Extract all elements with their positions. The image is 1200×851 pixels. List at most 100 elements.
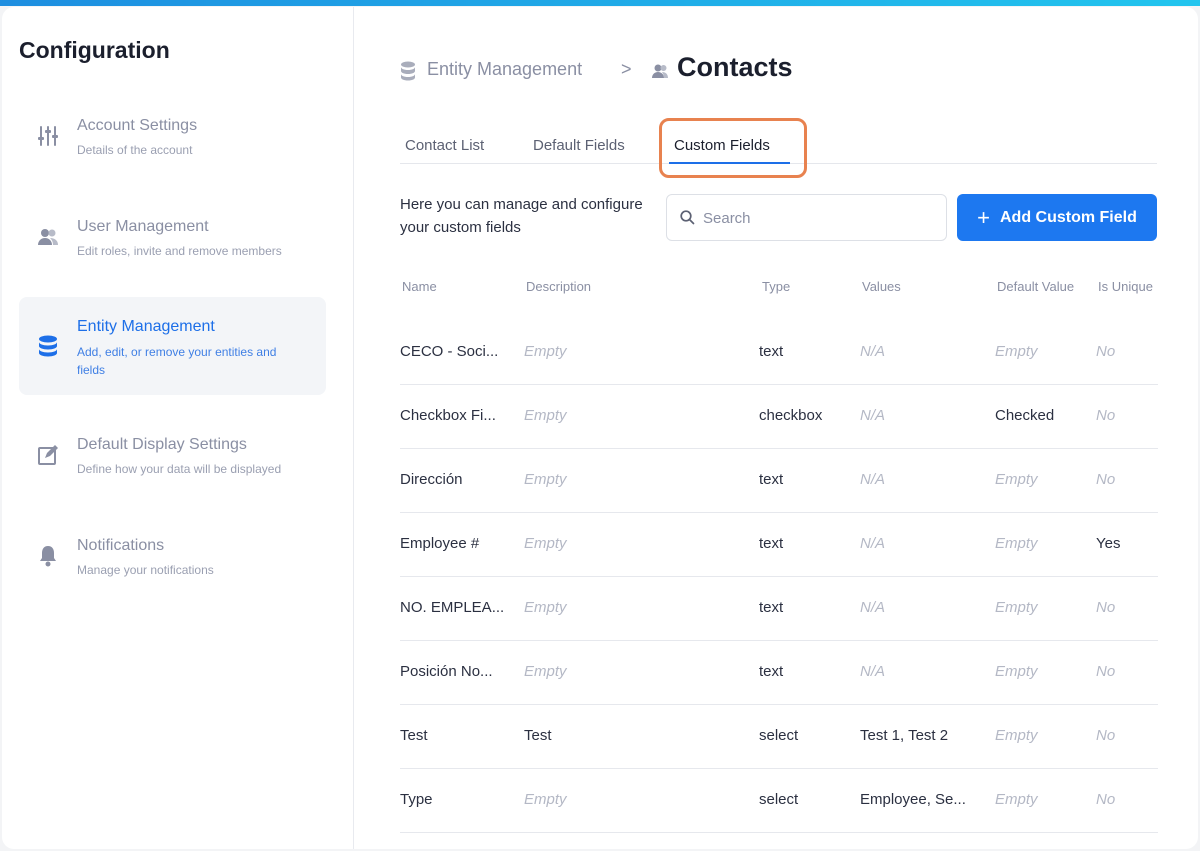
cell-description: Test bbox=[524, 727, 552, 744]
sidebar-item-desc: Manage your notifications bbox=[77, 563, 214, 577]
cell-description: Empty bbox=[524, 663, 567, 680]
breadcrumb-root-link[interactable]: Entity Management bbox=[427, 59, 582, 80]
cell-default-value: Empty bbox=[995, 599, 1038, 616]
cell-default-value: Empty bbox=[995, 535, 1038, 552]
active-tab-indicator bbox=[669, 162, 790, 164]
cell-values: N/A bbox=[860, 407, 886, 424]
cell-is-unique: Yes bbox=[1096, 535, 1121, 552]
cell-type: select bbox=[759, 727, 799, 744]
cell-description: Empty bbox=[524, 791, 567, 808]
main-content: Entity Management > Contacts Contact Lis… bbox=[355, 7, 1198, 849]
cell-default-value: Empty bbox=[995, 343, 1038, 360]
search-icon bbox=[680, 210, 695, 230]
cell-values: N/A bbox=[860, 471, 886, 488]
cell-type: text bbox=[759, 663, 784, 680]
sidebar-item-label: User Management bbox=[77, 218, 209, 235]
cell-is-unique: No bbox=[1096, 407, 1116, 424]
cell-description: Empty bbox=[524, 471, 567, 488]
cell-description: Empty bbox=[524, 535, 567, 552]
cell-is-unique: No bbox=[1096, 343, 1116, 360]
sidebar-item-user-management[interactable]: User Management Edit roles, invite and r… bbox=[19, 204, 326, 274]
cell-description: Empty bbox=[524, 407, 567, 424]
table-row[interactable]: CECO - Soci... Empty text N/A Empty No bbox=[400, 321, 1158, 385]
top-accent-bar bbox=[0, 0, 1200, 6]
sidebar-item-notifications[interactable]: Notifications Manage your notifications bbox=[19, 523, 326, 593]
table-row[interactable]: Posición No... Empty text N/A Empty No bbox=[400, 641, 1158, 705]
table-row[interactable]: NO. EMPLEA... Empty text N/A Empty No bbox=[400, 577, 1158, 641]
sidebar-item-desc: Details of the account bbox=[77, 143, 193, 157]
column-header-is-unique[interactable]: Is Unique bbox=[1098, 279, 1153, 294]
cell-values: Employee, Se... bbox=[860, 791, 966, 808]
cell-default-value: Empty bbox=[995, 471, 1038, 488]
cell-is-unique: No bbox=[1096, 663, 1116, 680]
chevron-right-icon: > bbox=[621, 59, 632, 79]
sidebar-item-label: Account Settings bbox=[77, 117, 198, 134]
cell-name: Employee # bbox=[400, 535, 480, 552]
column-header-type[interactable]: Type bbox=[762, 279, 790, 294]
sidebar-item-desc: Edit roles, invite and remove members bbox=[77, 244, 282, 258]
search-box[interactable] bbox=[666, 194, 947, 241]
table-row[interactable]: Checkbox Fi... Empty checkbox N/A Checke… bbox=[400, 385, 1158, 449]
cell-name: Posición No... bbox=[400, 663, 493, 680]
cell-default-value: Empty bbox=[995, 727, 1038, 744]
bell-icon bbox=[37, 545, 59, 567]
cell-type: text bbox=[759, 471, 784, 488]
cell-name: NO. EMPLEA... bbox=[400, 599, 505, 616]
database-icon bbox=[37, 335, 59, 357]
tab-default-fields[interactable]: Default Fields bbox=[533, 137, 625, 154]
sliders-icon bbox=[37, 125, 59, 147]
cell-values: N/A bbox=[860, 343, 886, 360]
add-custom-field-button[interactable]: + Add Custom Field bbox=[957, 194, 1157, 241]
table-row[interactable]: Test Test select Test 1, Test 2 Empty No bbox=[400, 705, 1158, 769]
cell-name: Checkbox Fi... bbox=[400, 407, 496, 424]
sidebar-item-account-settings[interactable]: Account Settings Details of the account bbox=[19, 103, 326, 173]
app-window: Configuration Account Settings Details o… bbox=[2, 7, 1198, 849]
sidebar-title: Configuration bbox=[19, 37, 170, 63]
users-icon bbox=[37, 226, 59, 248]
add-custom-field-label: Add Custom Field bbox=[999, 208, 1137, 226]
table-row[interactable]: Dirección Empty text N/A Empty No bbox=[400, 449, 1158, 513]
cell-name: Type bbox=[400, 791, 433, 808]
users-icon bbox=[651, 63, 669, 84]
cell-type: text bbox=[759, 599, 784, 616]
sidebar-item-desc: Add, edit, or remove your entities and f… bbox=[77, 345, 277, 377]
cell-values: N/A bbox=[860, 535, 886, 552]
cell-is-unique: No bbox=[1096, 599, 1116, 616]
intro-text: Here you can manage and configure your c… bbox=[400, 196, 643, 236]
cell-values: Test 1, Test 2 bbox=[860, 727, 949, 744]
cell-name: Dirección bbox=[400, 471, 463, 488]
cell-type: text bbox=[759, 535, 784, 552]
cell-is-unique: No bbox=[1096, 727, 1116, 744]
sidebar-item-label: Default Display Settings bbox=[77, 436, 247, 453]
cell-values: N/A bbox=[860, 599, 886, 616]
column-header-default-value[interactable]: Default Value bbox=[997, 279, 1074, 294]
sidebar-item-default-display-settings[interactable]: Default Display Settings Define how your… bbox=[19, 422, 326, 492]
cell-default-value: Empty bbox=[995, 663, 1038, 680]
search-input[interactable] bbox=[703, 207, 933, 229]
sidebar-item-entity-management[interactable]: Entity Management Add, edit, or remove y… bbox=[19, 297, 326, 395]
cell-type: checkbox bbox=[759, 407, 823, 424]
cell-name: CECO - Soci... bbox=[400, 343, 499, 360]
sidebar: Configuration Account Settings Details o… bbox=[2, 7, 354, 849]
sidebar-item-label: Entity Management bbox=[77, 318, 215, 335]
cell-name: Test bbox=[400, 727, 428, 744]
cell-is-unique: No bbox=[1096, 791, 1116, 808]
column-header-description[interactable]: Description bbox=[526, 279, 591, 294]
column-header-values[interactable]: Values bbox=[862, 279, 901, 294]
database-icon bbox=[400, 61, 416, 86]
table-row[interactable]: Employee # Empty text N/A Empty Yes bbox=[400, 513, 1158, 577]
tab-custom-fields[interactable]: Custom Fields bbox=[674, 137, 770, 154]
edit-icon bbox=[37, 444, 59, 466]
plus-icon: + bbox=[977, 204, 990, 230]
sidebar-item-desc: Define how your data will be displayed bbox=[77, 462, 282, 476]
sidebar-item-label: Notifications bbox=[77, 537, 165, 554]
tab-contact-list[interactable]: Contact List bbox=[405, 137, 484, 154]
column-header-name[interactable]: Name bbox=[402, 279, 437, 294]
cell-values: N/A bbox=[860, 663, 886, 680]
table-row[interactable]: Type Empty select Employee, Se... Empty … bbox=[400, 769, 1158, 833]
cell-type: select bbox=[759, 791, 799, 808]
cell-default-value: Checked bbox=[995, 407, 1055, 424]
cell-is-unique: No bbox=[1096, 471, 1116, 488]
cell-description: Empty bbox=[524, 599, 567, 616]
cell-type: text bbox=[759, 343, 784, 360]
